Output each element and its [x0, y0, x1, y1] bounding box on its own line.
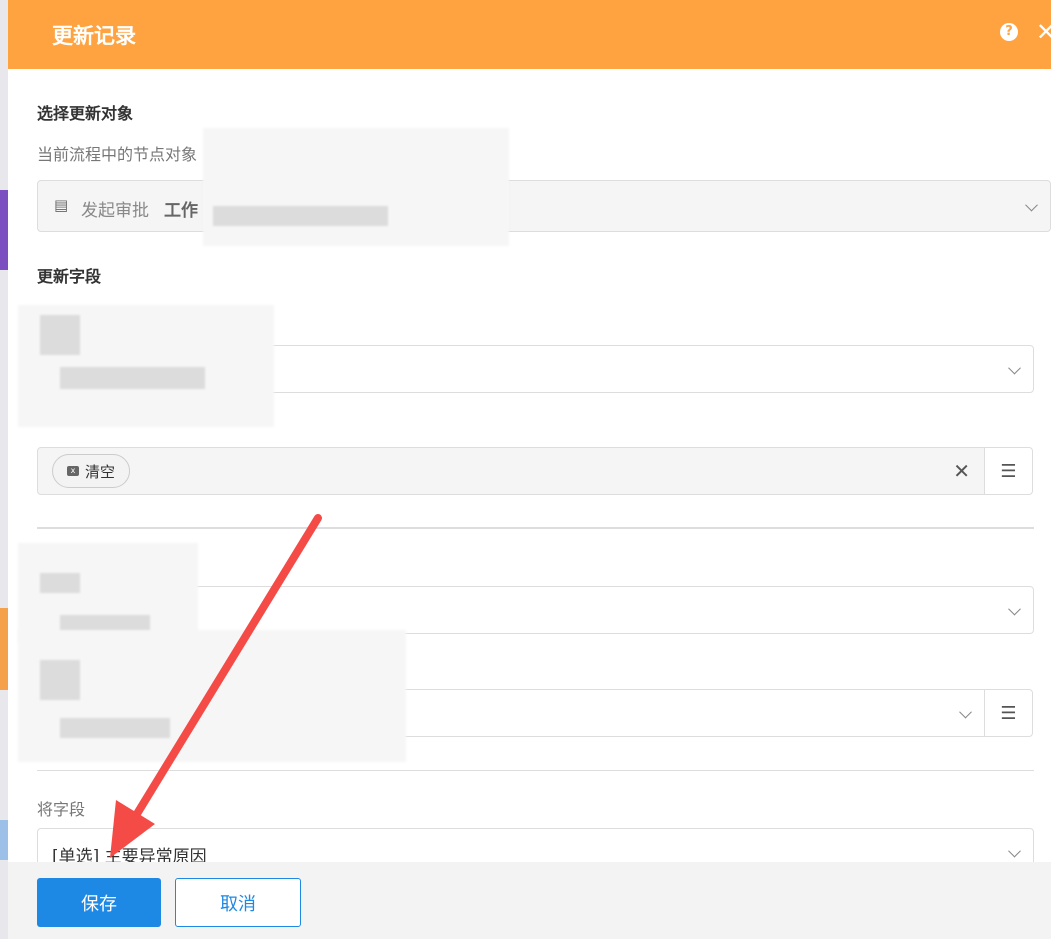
annotation-arrow — [110, 514, 322, 858]
